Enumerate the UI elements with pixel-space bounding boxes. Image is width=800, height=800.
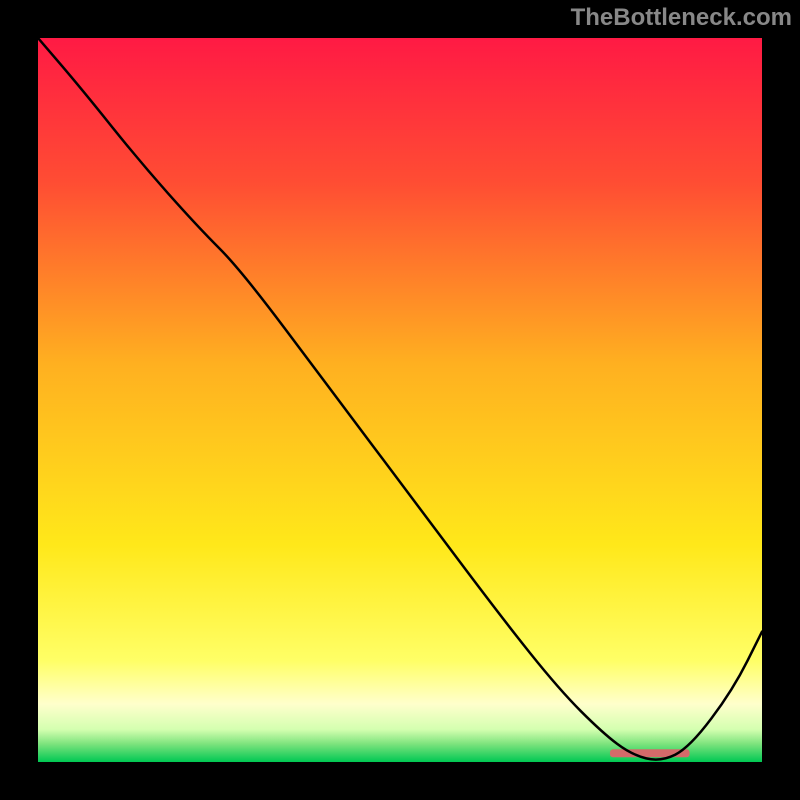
gradient-background (38, 38, 762, 762)
chart-svg (38, 38, 762, 762)
attribution-text: TheBottleneck.com (571, 4, 792, 32)
chart-frame: TheBottleneck.com (0, 0, 800, 800)
plot-area (38, 38, 762, 762)
